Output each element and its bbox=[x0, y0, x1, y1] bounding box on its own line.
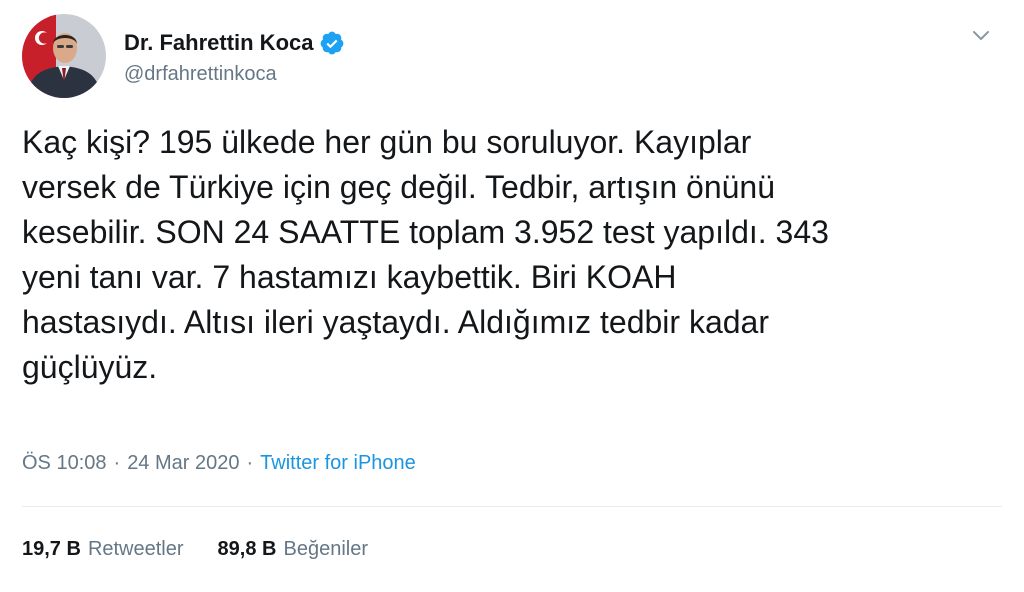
divider bbox=[22, 506, 1002, 507]
tweet-time[interactable]: ÖS 10:08 bbox=[22, 452, 107, 475]
meta-separator: · bbox=[113, 452, 121, 474]
tweet-stats: 19,7 B Retweetler 89,8 B Beğeniler bbox=[22, 538, 368, 561]
likes-label: Beğeniler bbox=[283, 538, 368, 560]
author-name-row: Dr. Fahrettin Koca bbox=[124, 28, 345, 58]
likes-stat[interactable]: 89,8 B Beğeniler bbox=[218, 538, 368, 561]
avatar-image bbox=[22, 14, 106, 98]
author-display-name[interactable]: Dr. Fahrettin Koca bbox=[124, 30, 313, 56]
tweet-card: Dr. Fahrettin Koca @drfahrettinkoca Kaç … bbox=[0, 0, 1024, 592]
tweet-text: Kaç kişi? 195 ülkede her gün bu soruluyo… bbox=[22, 124, 829, 385]
verified-badge-icon bbox=[319, 30, 345, 56]
tweet-date[interactable]: 24 Mar 2020 bbox=[127, 452, 239, 475]
retweets-stat[interactable]: 19,7 B Retweetler bbox=[22, 538, 184, 561]
tweet-meta: ÖS 10:08 · 24 Mar 2020 · Twitter for iPh… bbox=[22, 452, 416, 475]
meta-separator: · bbox=[246, 452, 254, 474]
chevron-down-icon[interactable] bbox=[970, 24, 992, 46]
retweets-label: Retweetler bbox=[87, 538, 184, 560]
avatar[interactable] bbox=[22, 14, 106, 98]
tweet-source-link[interactable]: Twitter for iPhone bbox=[260, 452, 416, 475]
likes-count: 89,8 B bbox=[217, 538, 277, 560]
retweets-count: 19,7 B bbox=[22, 538, 81, 560]
author-handle[interactable]: @drfahrettinkoca bbox=[124, 63, 277, 86]
